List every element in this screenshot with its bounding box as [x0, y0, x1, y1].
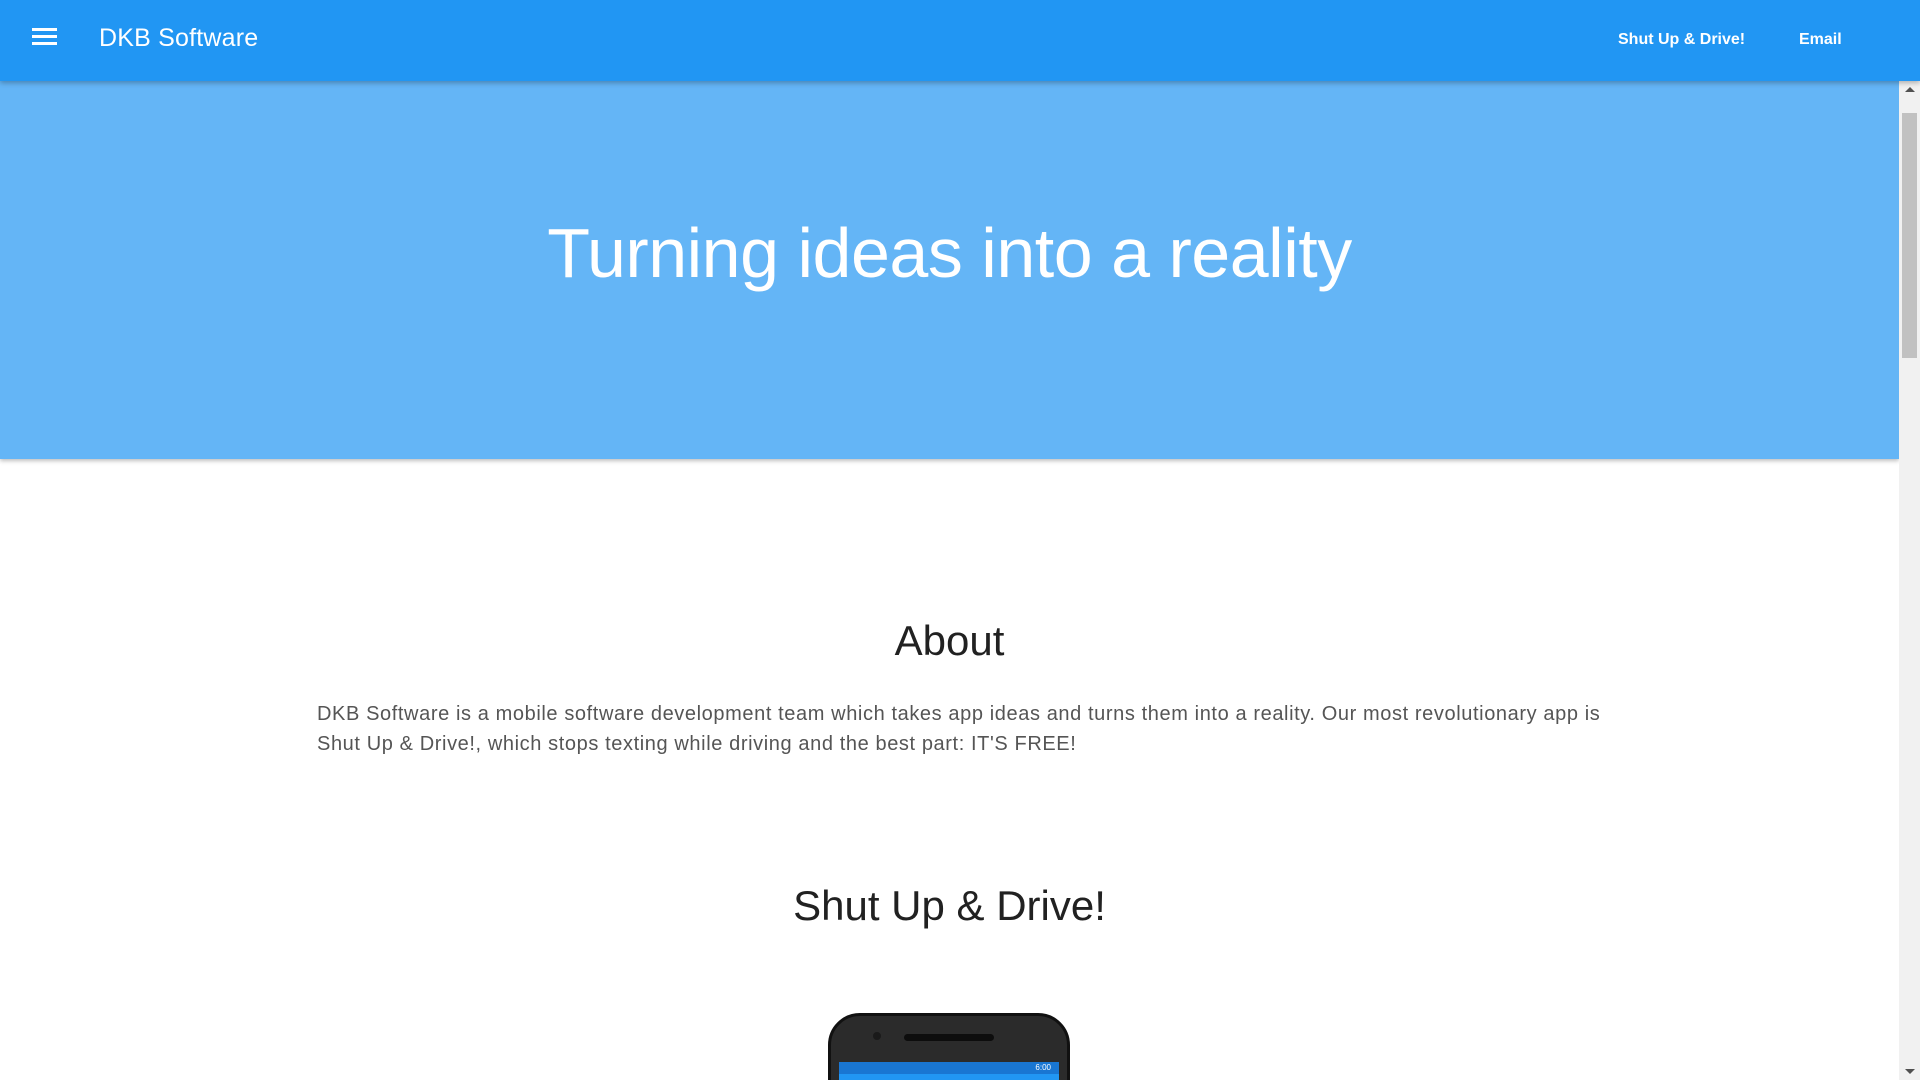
phone-status-time: 6:00 [1035, 1063, 1051, 1072]
scrollbar-thumb[interactable] [1902, 113, 1917, 358]
vertical-scrollbar[interactable] [1899, 81, 1920, 1080]
scroll-down-arrow-icon[interactable] [1899, 1063, 1920, 1080]
product-heading: Shut Up & Drive! [793, 882, 1106, 929]
phone-status-bar: 6:00 [839, 1062, 1059, 1074]
phone-speaker [904, 1034, 994, 1041]
hamburger-menu-icon[interactable] [30, 28, 60, 52]
about-heading: About [894, 617, 1005, 664]
nav-shut-up-and-drive[interactable]: Shut Up & Drive! [1618, 31, 1745, 49]
about-paragraph: DKB Software is a mobile software develo… [317, 703, 1601, 755]
nav-email[interactable]: Email [1799, 31, 1842, 49]
brand-title[interactable]: DKB Software [99, 24, 258, 53]
hero-title: Turning ideas into a reality [547, 214, 1352, 292]
phone-camera [873, 1032, 881, 1040]
scroll-up-arrow-icon[interactable] [1899, 81, 1920, 98]
phone-image: 6:00 [828, 1013, 1070, 1080]
app-bar: DKB Software Shut Up & Drive! Email [0, 0, 1920, 81]
phone-screen: 6:00 [839, 1062, 1059, 1080]
hero-banner: Turning ideas into a reality [0, 81, 1899, 459]
